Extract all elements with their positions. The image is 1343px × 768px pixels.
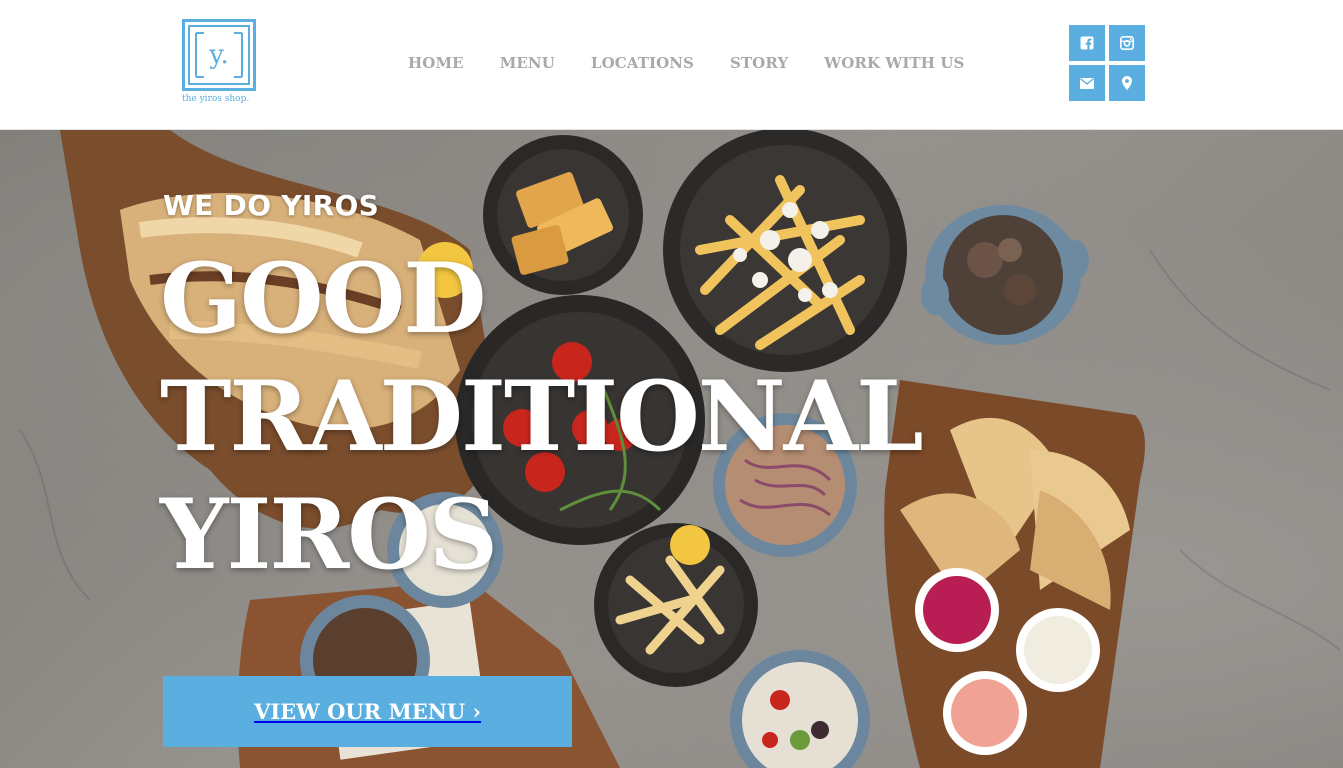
email-button[interactable] [1069, 65, 1105, 101]
instagram-icon [1120, 36, 1134, 50]
facebook-icon [1080, 36, 1094, 50]
nav-story[interactable]: STORY [730, 54, 788, 74]
greek-salad-pot [730, 650, 870, 768]
map-pin-icon [1122, 76, 1132, 90]
email-icon [1080, 77, 1094, 89]
site-header: y. the yiros shop. HOME MENU LOCATIONS S… [0, 0, 1343, 130]
nav-work-with-us[interactable]: WORK WITH US [824, 54, 964, 74]
instagram-button[interactable] [1109, 25, 1145, 61]
hero-headline: GOOD TRADITIONAL YIROS [160, 240, 1060, 594]
location-button[interactable] [1109, 65, 1145, 101]
nav-home[interactable]: HOME [408, 54, 464, 74]
headline-line-2: TRADITIONAL [160, 360, 924, 473]
site-logo[interactable]: y. the yiros shop. [182, 19, 258, 109]
nav-menu[interactable]: MENU [500, 54, 555, 74]
view-menu-button[interactable]: VIEW OUR MENU › [163, 676, 572, 747]
logo-letter: y. [208, 40, 229, 70]
main-nav: HOME MENU LOCATIONS STORY WORK WITH US [408, 54, 964, 74]
logo-mark-icon: y. [182, 19, 256, 91]
hero-eyebrow: WE DO YIROS [163, 189, 380, 222]
headline-line-3: YIROS [160, 478, 498, 591]
social-links [1069, 25, 1145, 101]
view-menu-label: VIEW OUR MENU › [254, 699, 481, 724]
hero-banner: WE DO YIROS GOOD TRADITIONAL YIROS VIEW … [0, 130, 1343, 768]
logo-wordmark: the yiros shop. [182, 94, 250, 104]
nav-locations[interactable]: LOCATIONS [591, 54, 694, 74]
facebook-button[interactable] [1069, 25, 1105, 61]
headline-line-1: GOOD [160, 242, 486, 355]
